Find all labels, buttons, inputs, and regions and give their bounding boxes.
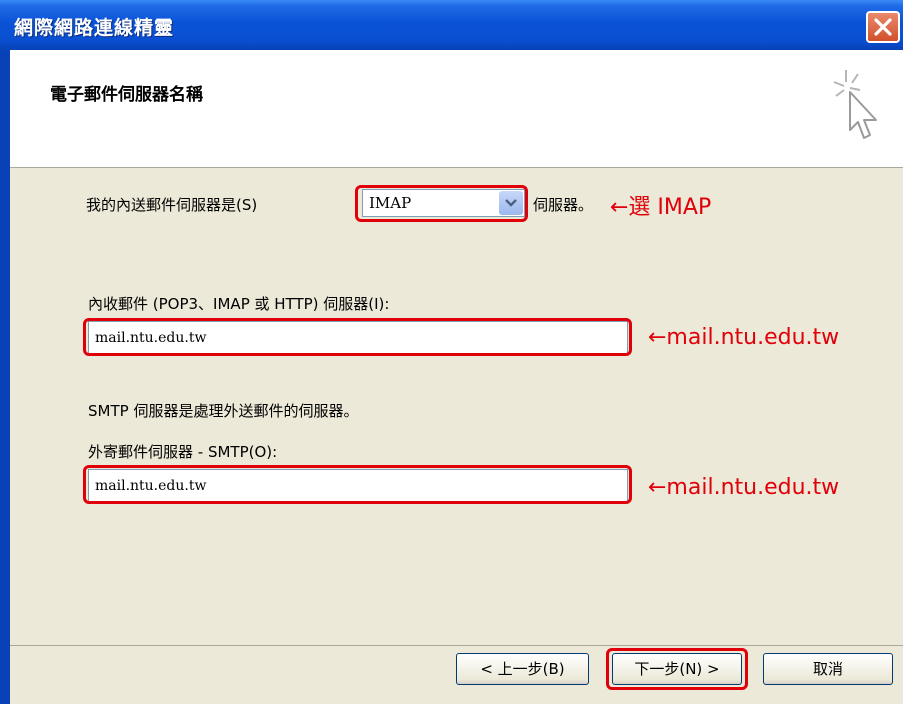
incoming-server-type-select[interactable]: IMAP: [362, 189, 525, 217]
wizard-header: 電子郵件伺服器名稱: [10, 50, 903, 168]
window-frame-left: [0, 50, 10, 704]
outgoing-server-label: 外寄郵件伺服器 - SMTP(O):: [88, 443, 278, 461]
close-button[interactable]: [866, 11, 900, 43]
window-title: 網際網路連線精靈: [14, 17, 175, 39]
annotation-incoming-server: ←mail.ntu.edu.tw: [648, 325, 840, 350]
smtp-note: SMTP 伺服器是處理外送郵件的伺服器。: [88, 402, 359, 420]
wizard-cursor-icon: [833, 70, 877, 139]
incoming-server-input[interactable]: mail.ntu.edu.tw: [88, 321, 628, 355]
cancel-button[interactable]: 取消: [763, 653, 893, 685]
incoming-server-value: mail.ntu.edu.tw: [95, 330, 207, 346]
next-button[interactable]: 下一步(N) >: [612, 653, 742, 685]
dropdown-button[interactable]: [499, 191, 523, 215]
incoming-server-label: 內收郵件 (POP3、IMAP 或 HTTP) 伺服器(I):: [88, 295, 390, 313]
incoming-type-suffix: 伺服器。: [533, 196, 594, 214]
close-icon: [874, 18, 892, 36]
title-bar: 網際網路連線精靈: [0, 0, 903, 50]
page-title: 電子郵件伺服器名稱: [50, 85, 203, 105]
incoming-server-type-value: IMAP: [369, 194, 412, 212]
annotation-outgoing-server: ←mail.ntu.edu.tw: [648, 475, 840, 500]
incoming-type-label: 我的內送郵件伺服器是(S): [86, 196, 258, 214]
back-button[interactable]: < 上一步(B): [456, 653, 589, 685]
wizard-window: 網際網路連線精靈 電子郵件伺服器名稱 我的內送郵件伺服器是(S) IMAP 伺服…: [0, 0, 903, 704]
annotation-select-imap: ←選 IMAP: [610, 195, 712, 220]
chevron-down-icon: [505, 199, 517, 207]
outgoing-server-input[interactable]: mail.ntu.edu.tw: [88, 469, 628, 503]
outgoing-server-value: mail.ntu.edu.tw: [95, 478, 207, 494]
